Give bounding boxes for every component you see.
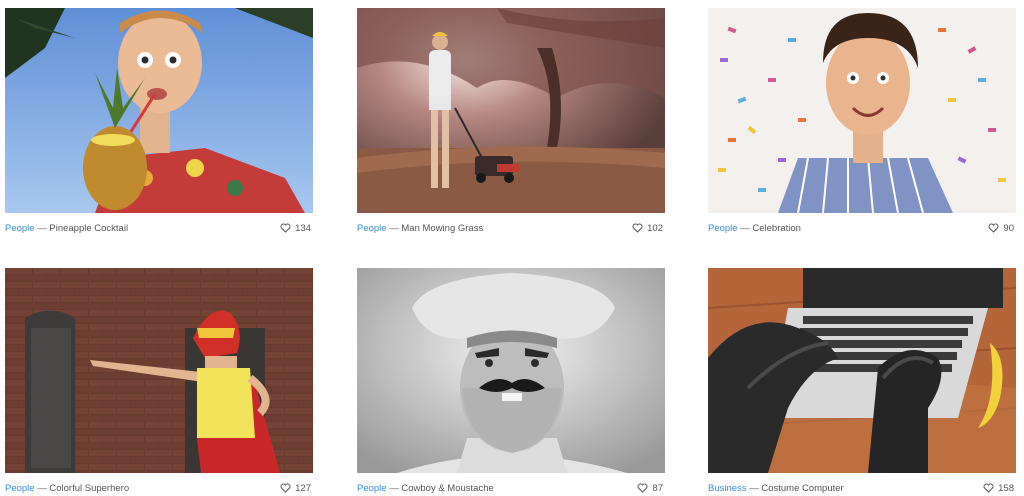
- photo-meta: Business — Costume Computer 158: [708, 478, 1016, 496]
- heart-icon: [637, 483, 648, 493]
- category-link[interactable]: People: [357, 483, 387, 494]
- photo-caption: People — Pineapple Cocktail: [5, 223, 128, 234]
- photo-thumbnail-man-mowing-grass[interactable]: [357, 8, 665, 213]
- photo-caption: People — Man Mowing Grass: [357, 223, 483, 234]
- like-count: 158: [998, 482, 1014, 494]
- like-count: 127: [295, 482, 311, 494]
- photo-title: Colorful Superhero: [49, 482, 130, 494]
- category-link[interactable]: People: [357, 223, 387, 234]
- like-button[interactable]: 90: [988, 223, 1016, 234]
- heart-icon: [280, 483, 291, 493]
- photo-card: Business — Costume Computer 158: [708, 268, 1016, 496]
- category-link[interactable]: People: [5, 223, 35, 234]
- photo-caption: Business — Costume Computer: [708, 483, 844, 494]
- heart-icon: [632, 223, 643, 233]
- photo-title: Celebration: [752, 222, 801, 234]
- photo-grid: People — Pineapple Cocktail 134 People —…: [0, 0, 1024, 496]
- photo-card: People — Pineapple Cocktail 134: [5, 8, 313, 238]
- photo-meta: People — Colorful Superhero 127: [5, 478, 313, 496]
- photo-caption: People — Cowboy & Moustache: [357, 483, 494, 494]
- category-link[interactable]: Business: [708, 483, 747, 494]
- like-button[interactable]: 127: [280, 483, 313, 494]
- caption-separator: —: [389, 482, 402, 494]
- photo-title: Cowboy & Moustache: [401, 482, 494, 494]
- heart-icon: [983, 483, 994, 493]
- photo-meta: People — Pineapple Cocktail 134: [5, 218, 313, 238]
- photo-title: Man Mowing Grass: [401, 222, 484, 234]
- photo-meta: People — Celebration 90: [708, 218, 1016, 238]
- photo-meta: People — Man Mowing Grass 102: [357, 218, 665, 238]
- like-button[interactable]: 87: [637, 483, 665, 494]
- like-count: 134: [295, 222, 311, 234]
- like-count: 102: [647, 222, 663, 234]
- like-count: 90: [1003, 222, 1014, 234]
- category-link[interactable]: People: [5, 483, 35, 494]
- photo-title: Pineapple Cocktail: [49, 222, 129, 234]
- caption-separator: —: [37, 222, 50, 234]
- heart-icon: [280, 223, 291, 233]
- photo-thumbnail-costume-computer[interactable]: [708, 268, 1016, 473]
- photo-thumbnail-colorful-superhero[interactable]: [5, 268, 313, 473]
- photo-card: People — Colorful Superhero 127: [5, 268, 313, 496]
- caption-separator: —: [37, 482, 50, 494]
- photo-thumbnail-cowboy-moustache[interactable]: [357, 268, 665, 473]
- like-count: 87: [652, 482, 663, 494]
- like-button[interactable]: 158: [983, 483, 1016, 494]
- photo-title: Costume Computer: [761, 482, 844, 494]
- caption-separator: —: [740, 222, 753, 234]
- photo-caption: People — Celebration: [708, 223, 801, 234]
- photo-caption: People — Colorful Superhero: [5, 483, 129, 494]
- photo-card: People — Cowboy & Moustache 87: [357, 268, 665, 496]
- like-button[interactable]: 134: [280, 223, 313, 234]
- photo-thumbnail-celebration[interactable]: [708, 8, 1016, 213]
- heart-icon: [988, 223, 999, 233]
- caption-separator: —: [389, 222, 402, 234]
- photo-card: People — Celebration 90: [708, 8, 1016, 238]
- category-link[interactable]: People: [708, 223, 738, 234]
- photo-meta: People — Cowboy & Moustache 87: [357, 478, 665, 496]
- caption-separator: —: [749, 482, 762, 494]
- photo-thumbnail-pineapple-cocktail[interactable]: [5, 8, 313, 213]
- like-button[interactable]: 102: [632, 223, 665, 234]
- photo-card: People — Man Mowing Grass 102: [357, 8, 665, 238]
